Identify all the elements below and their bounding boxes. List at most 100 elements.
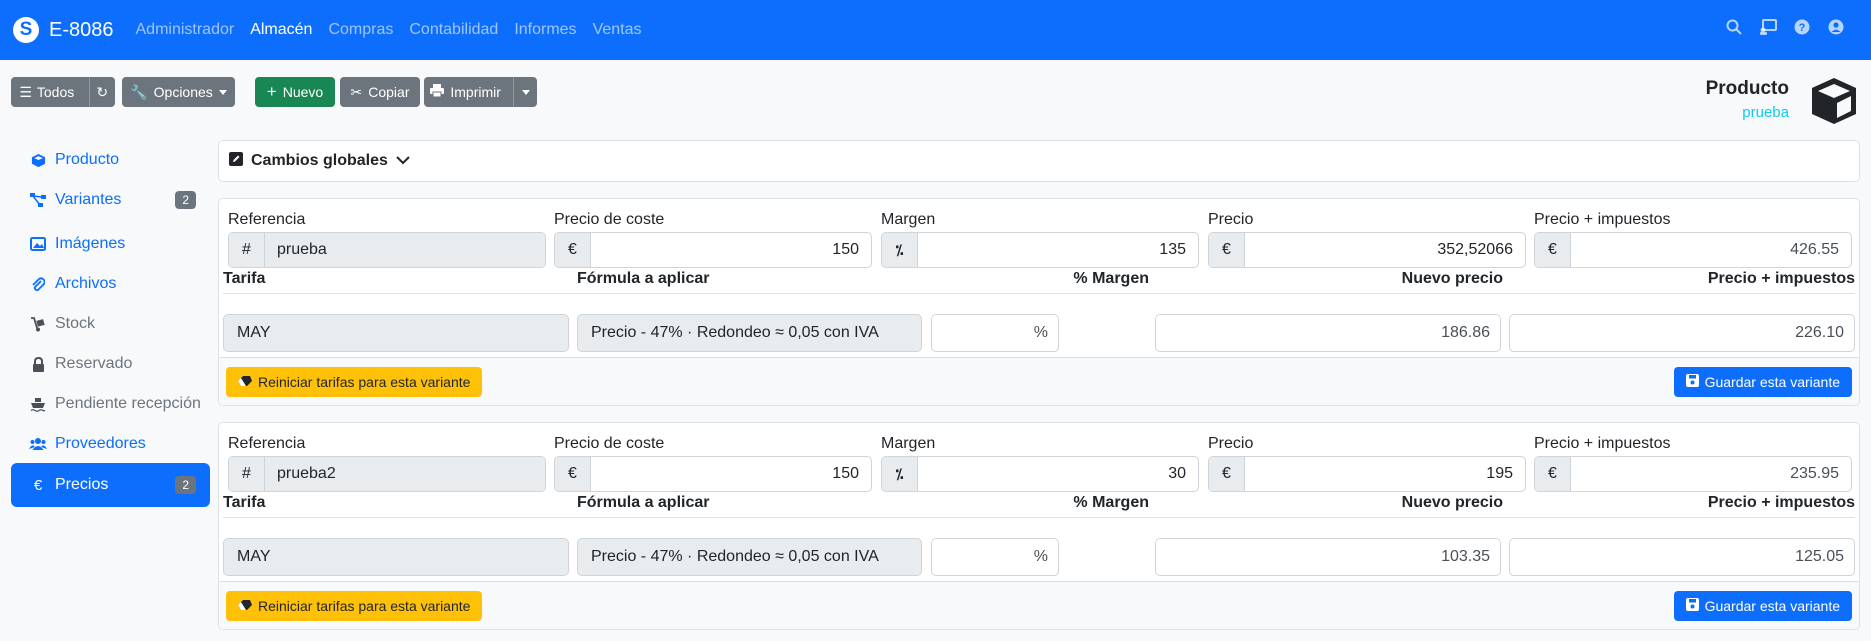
- page-subtitle[interactable]: prueba: [1706, 104, 1789, 121]
- sidebar-item-pendiente-recepcion[interactable]: Pendiente recepción: [11, 382, 210, 426]
- plus-icon: +: [266, 82, 277, 101]
- euro-icon: €: [1209, 457, 1245, 491]
- nav-link-almacen[interactable]: Almacén: [250, 21, 312, 39]
- brand[interactable]: S E-8086: [13, 17, 114, 43]
- pct-margin-input[interactable]: %: [931, 538, 1059, 576]
- brand-logo-icon: S: [13, 17, 39, 43]
- margin-value: 30: [1168, 465, 1186, 482]
- global-changes-toggle[interactable]: Cambios globales: [218, 140, 1860, 182]
- new-button[interactable]: + Nuevo: [255, 77, 335, 107]
- nav-link-contabilidad[interactable]: Contabilidad: [409, 21, 498, 39]
- svg-text:?: ?: [1799, 22, 1806, 34]
- nav-icons: ?: [1725, 18, 1845, 36]
- sidebar-item-label: Producto: [55, 151, 120, 168]
- margin-label: Margen: [881, 435, 936, 452]
- nav-link-compras[interactable]: Compras: [328, 21, 393, 39]
- sidebar-item-proveedores[interactable]: Proveedores: [11, 422, 210, 466]
- new-price-input[interactable]: 103.35: [1155, 538, 1501, 576]
- margin-input[interactable]: ⁒ 30: [881, 456, 1199, 492]
- users-icon: [29, 437, 47, 451]
- row-divider: [223, 517, 1855, 518]
- all-button[interactable]: ☰ Todos: [11, 84, 83, 101]
- new-price-tax-input[interactable]: 226.10: [1509, 314, 1855, 352]
- price-tax-input[interactable]: € 426.55: [1534, 232, 1852, 268]
- pct-margin-header: % Margen: [1073, 270, 1149, 287]
- formula-value: Precio - 47% · Redondeo ≈ 0,05 con IVA: [577, 538, 922, 576]
- save-variant-button[interactable]: Guardar esta variante: [1673, 591, 1852, 621]
- new-price-input[interactable]: 186.86: [1155, 314, 1501, 352]
- sidebar-item-label: Stock: [55, 315, 96, 332]
- price-tax-label: Precio + impuestos: [1534, 211, 1671, 228]
- price-input[interactable]: € 195: [1208, 456, 1526, 492]
- nav-link-informes[interactable]: Informes: [514, 21, 576, 39]
- margin-input[interactable]: ⁒ 135: [881, 232, 1199, 268]
- rate-name: MAY: [223, 314, 569, 352]
- percent-sign: %: [1033, 548, 1048, 565]
- price-label: Precio: [1208, 211, 1254, 228]
- sidebar-item-label: Reservado: [55, 355, 133, 372]
- cost-price-input[interactable]: € 150: [554, 232, 872, 268]
- refresh-icon: ↻: [96, 83, 109, 100]
- eraser-icon: [238, 374, 252, 390]
- sidebar-item-variantes[interactable]: Variantes 2: [11, 178, 210, 222]
- sidebar-item-label: Imágenes: [55, 235, 126, 252]
- print-button[interactable]: Imprimir: [424, 84, 507, 100]
- copy-button[interactable]: ✂ Copiar: [340, 77, 420, 107]
- new-price-header: Nuevo precio: [1401, 270, 1503, 287]
- sidebar-item-producto[interactable]: Producto: [11, 138, 210, 182]
- nav-link-ventas[interactable]: Ventas: [593, 21, 642, 39]
- price-tax-input[interactable]: € 235.95: [1534, 456, 1852, 492]
- cost-price-label: Precio de coste: [554, 435, 665, 452]
- lock-icon: [29, 356, 47, 372]
- price-tax-value: 426.55: [1790, 241, 1839, 258]
- reset-rates-button[interactable]: Reiniciar tarifas para esta variante: [226, 367, 483, 397]
- cost-price-label: Precio de coste: [554, 211, 665, 228]
- search-icon[interactable]: [1725, 18, 1743, 36]
- percent-icon: ⁒: [882, 457, 918, 491]
- presentation-icon[interactable]: [1759, 18, 1777, 36]
- reference-field[interactable]: # prueba: [228, 232, 546, 268]
- price-tax-value: 235.95: [1790, 465, 1839, 482]
- user-icon[interactable]: [1827, 18, 1845, 36]
- pct-margin-header: % Margen: [1073, 494, 1149, 511]
- rate-name: MAY: [223, 538, 569, 576]
- chevron-down-icon: [521, 89, 530, 95]
- cost-price-value: 150: [832, 241, 859, 258]
- all-button-group: ☰ Todos ↻: [11, 77, 115, 107]
- new-price-tax-input[interactable]: 125.05: [1509, 538, 1855, 576]
- reference-field[interactable]: # prueba2: [228, 456, 546, 492]
- price-input[interactable]: € 352,52066: [1208, 232, 1526, 268]
- euro-icon: €: [1535, 457, 1571, 491]
- price-value: 195: [1486, 465, 1513, 482]
- sidebar-item-label: Variantes: [55, 191, 122, 208]
- cost-price-input[interactable]: € 150: [554, 456, 872, 492]
- new-price-header: Nuevo precio: [1401, 494, 1503, 511]
- euro-icon: €: [555, 233, 591, 267]
- sidebar-item-precios[interactable]: € Precios 2: [11, 463, 210, 507]
- percent-sign: %: [1033, 324, 1048, 341]
- sidebar-item-label: Precios: [55, 476, 109, 493]
- reset-rates-button[interactable]: Reiniciar tarifas para esta variante: [226, 591, 483, 621]
- nav-link-administrador[interactable]: Administrador: [136, 21, 235, 39]
- refresh-button[interactable]: ↻: [88, 77, 115, 107]
- options-button[interactable]: 🔧 Opciones: [122, 77, 235, 107]
- sidebar-item-imagenes[interactable]: Imágenes: [11, 222, 210, 266]
- new-price-tax-header: Precio + impuestos: [1707, 494, 1855, 511]
- help-icon[interactable]: ?: [1793, 18, 1811, 36]
- sidebar-item-stock[interactable]: Stock: [11, 302, 210, 346]
- variant-card: Referencia Precio de coste Margen Precio…: [218, 198, 1860, 406]
- save-variant-button[interactable]: Guardar esta variante: [1673, 367, 1852, 397]
- price-label: Precio: [1208, 435, 1254, 452]
- print-dropdown-toggle[interactable]: [513, 77, 537, 107]
- page-title-block: Producto prueba: [1706, 78, 1789, 121]
- sidebar-item-archivos[interactable]: Archivos: [11, 262, 210, 306]
- pct-margin-input[interactable]: %: [931, 314, 1059, 352]
- chevron-down-icon: [218, 89, 227, 95]
- sidebar-item-reservado[interactable]: Reservado: [11, 342, 210, 386]
- sidebar-item-label: Proveedores: [55, 435, 146, 452]
- variants-count-badge: 2: [175, 191, 196, 209]
- reference-label: Referencia: [228, 211, 306, 228]
- nav-links: Administrador Almacén Compras Contabilid…: [136, 21, 658, 39]
- dolly-icon: [29, 316, 47, 332]
- reset-rates-label: Reiniciar tarifas para esta variante: [258, 374, 471, 390]
